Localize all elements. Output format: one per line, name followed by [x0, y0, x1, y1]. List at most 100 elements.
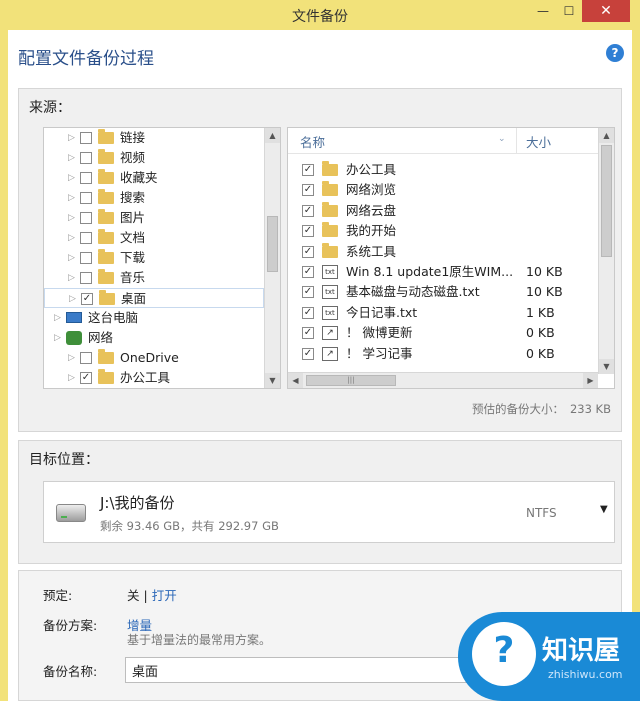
list-horizontal-scrollbar[interactable]: ◀ ||| ▶ [288, 372, 598, 388]
expand-arrow-icon[interactable]: ▷ [68, 148, 78, 168]
list-item[interactable]: ✓ 网络云盘 [288, 201, 598, 221]
expand-arrow-icon[interactable]: ▷ [68, 248, 78, 268]
list-item-checkbox[interactable]: ✓ [302, 286, 314, 299]
expand-arrow-icon[interactable]: ▷ [68, 368, 78, 388]
tree-item-label: 收藏夹 [120, 170, 158, 185]
tree-item[interactable]: ▷ 视频 [44, 148, 264, 168]
shortcut-icon: ↗ [322, 346, 338, 361]
expand-arrow-icon[interactable]: ▷ [68, 128, 78, 148]
expand-arrow-icon[interactable]: ▷ [68, 208, 78, 228]
tree-item[interactable]: ▷ ✓ 办公工具 [44, 368, 264, 388]
scroll-down-icon[interactable]: ▼ [599, 359, 614, 374]
folder-tree[interactable]: ▷ 链接 ▷ 视频 ▷ 收藏夹 ▷ 搜索 ▷ 图片 ▷ 文档 ▷ 下载 ▷ 音乐 ▷ ✓ 桌面 ▷ 这台电脑 ▷ 网络 ▷ On… [43, 127, 281, 389]
list-item-checkbox[interactable]: ✓ [302, 184, 314, 197]
scroll-right-icon[interactable]: ▶ [583, 373, 598, 388]
column-header-size[interactable]: 大小 [526, 132, 551, 151]
tree-item-checkbox[interactable] [80, 132, 92, 144]
list-item[interactable]: ✓ ↗ ！ 微博更新 0 KB [288, 323, 598, 343]
tree-item[interactable]: ▷ 链接 [44, 128, 264, 148]
tree-item[interactable]: ▷ 收藏夹 [44, 168, 264, 188]
tree-vertical-scrollbar[interactable]: ▲ ▼ [264, 128, 280, 388]
list-item[interactable]: ✓ txt Win 8.1 update1原生WIM... 10 KB [288, 262, 598, 282]
list-item[interactable]: ✓ ↗ ！ 学习记事 0 KB [288, 344, 598, 364]
tree-item[interactable]: ▷ 搜索 [44, 188, 264, 208]
tree-item-label: 网络 [88, 330, 114, 345]
dropdown-arrow-icon[interactable]: ▼ [600, 504, 608, 515]
tree-item-checkbox[interactable] [80, 272, 92, 284]
source-section: 来源： ▷ 链接 ▷ 视频 ▷ 收藏夹 ▷ 搜索 ▷ 图片 ▷ 文档 ▷ 下载 ▷ 音乐 ▷ ✓ 桌面 ▷ 这台电脑 ▷ 网… [18, 88, 622, 432]
folder-icon [98, 169, 114, 184]
target-filesystem: NTFS [526, 506, 557, 520]
list-item-checkbox[interactable]: ✓ [302, 266, 314, 278]
list-item-checkbox[interactable]: ✓ [302, 245, 314, 258]
list-item-checkbox[interactable]: ✓ [302, 204, 314, 217]
expand-arrow-icon[interactable]: ▷ [68, 168, 78, 188]
tree-item-checkbox[interactable]: ✓ [80, 372, 92, 384]
folder-icon [98, 189, 114, 204]
list-item[interactable]: ✓ txt 基本磁盘与动态磁盘.txt 10 KB [288, 282, 598, 302]
scroll-thumb[interactable] [267, 216, 278, 272]
list-item[interactable]: ✓ 我的开始 [288, 221, 598, 241]
sort-chevron-icon: ⌄ [498, 134, 506, 144]
tree-item-checkbox[interactable] [80, 352, 92, 364]
tree-item-checkbox[interactable]: ✓ [81, 293, 93, 305]
expand-arrow-icon[interactable]: ▷ [69, 289, 79, 309]
scroll-thumb[interactable] [601, 145, 612, 257]
target-location-dropdown[interactable]: J:\我的备份 剩余 93.46 GB，共有 292.97 GB NTFS ▼ [43, 481, 615, 543]
list-item[interactable]: ✓ txt 今日记事.txt 1 KB [288, 303, 598, 323]
column-divider[interactable] [516, 128, 517, 154]
maximize-button[interactable]: ☐ [556, 0, 582, 22]
list-item-checkbox[interactable]: ✓ [302, 327, 314, 340]
list-item-checkbox[interactable]: ✓ [302, 164, 314, 176]
expand-arrow-icon[interactable]: ▷ [68, 228, 78, 248]
file-list[interactable]: 名称 ⌄ 大小 ✓ 办公工具 ✓ 网络浏览 ✓ 网络云盘 ✓ 我的开始 ✓ 系统工具 ✓ txt Win… [287, 127, 615, 389]
expand-arrow-icon[interactable]: ▷ [68, 268, 78, 288]
list-vertical-scrollbar[interactable]: ▲ ▼ [598, 128, 614, 374]
tree-item-checkbox[interactable] [80, 232, 92, 244]
close-button[interactable]: ✕ [582, 0, 630, 22]
tree-item-label: 桌面 [121, 291, 147, 306]
list-item[interactable]: ✓ 网络浏览 [288, 180, 598, 200]
schedule-separator: | [143, 588, 148, 603]
expand-arrow-icon[interactable]: ▷ [68, 188, 78, 208]
tree-item-checkbox[interactable] [80, 152, 92, 164]
tree-item[interactable]: ▷ 音乐 [44, 268, 264, 288]
column-header-name[interactable]: 名称 [300, 132, 325, 151]
schedule-on-link[interactable]: 打开 [152, 588, 177, 603]
tree-item[interactable]: ▷ 这台电脑 [44, 308, 264, 328]
tree-item-checkbox[interactable] [80, 252, 92, 264]
expand-arrow-icon[interactable]: ▷ [54, 308, 64, 328]
scroll-left-icon[interactable]: ◀ [288, 373, 303, 388]
folder-icon [322, 242, 338, 258]
minimize-button[interactable]: — [530, 0, 556, 22]
list-item[interactable]: ✓ 办公工具 [288, 160, 598, 180]
tree-item[interactable]: ▷ 图片 [44, 208, 264, 228]
scroll-up-icon[interactable]: ▲ [599, 128, 614, 143]
list-item[interactable]: ✓ 系统工具 [288, 242, 598, 262]
help-icon[interactable]: ? [606, 44, 624, 62]
tree-item-checkbox[interactable] [80, 172, 92, 184]
expand-arrow-icon[interactable]: ▷ [54, 328, 64, 348]
scroll-thumb[interactable]: ||| [306, 375, 396, 386]
list-item-checkbox[interactable]: ✓ [302, 225, 314, 238]
tree-item-label: 这台电脑 [88, 310, 139, 325]
scroll-down-icon[interactable]: ▼ [265, 373, 280, 388]
tree-item-label: 视频 [120, 150, 146, 165]
list-item-checkbox[interactable]: ✓ [302, 347, 314, 360]
tree-item[interactable]: ▷ 网络 [44, 328, 264, 348]
list-item-name: ！ 学习记事 [346, 345, 413, 361]
list-item-name: 系统工具 [346, 243, 397, 259]
tree-item-label: 链接 [120, 130, 146, 145]
tree-item[interactable]: ▷ OneDrive [44, 348, 264, 368]
hard-drive-icon [56, 504, 86, 522]
tree-item[interactable]: ▷ ✓ 桌面 [44, 288, 264, 308]
tree-item[interactable]: ▷ 文档 [44, 228, 264, 248]
tree-item-checkbox[interactable] [80, 192, 92, 204]
tree-item-checkbox[interactable] [80, 212, 92, 224]
list-item-checkbox[interactable]: ✓ [302, 306, 314, 319]
expand-arrow-icon[interactable]: ▷ [68, 348, 78, 368]
target-path: J:\我的备份 [100, 494, 175, 512]
scroll-up-icon[interactable]: ▲ [265, 128, 280, 143]
tree-item[interactable]: ▷ 下载 [44, 248, 264, 268]
list-item-name: ！ 微博更新 [346, 325, 413, 341]
